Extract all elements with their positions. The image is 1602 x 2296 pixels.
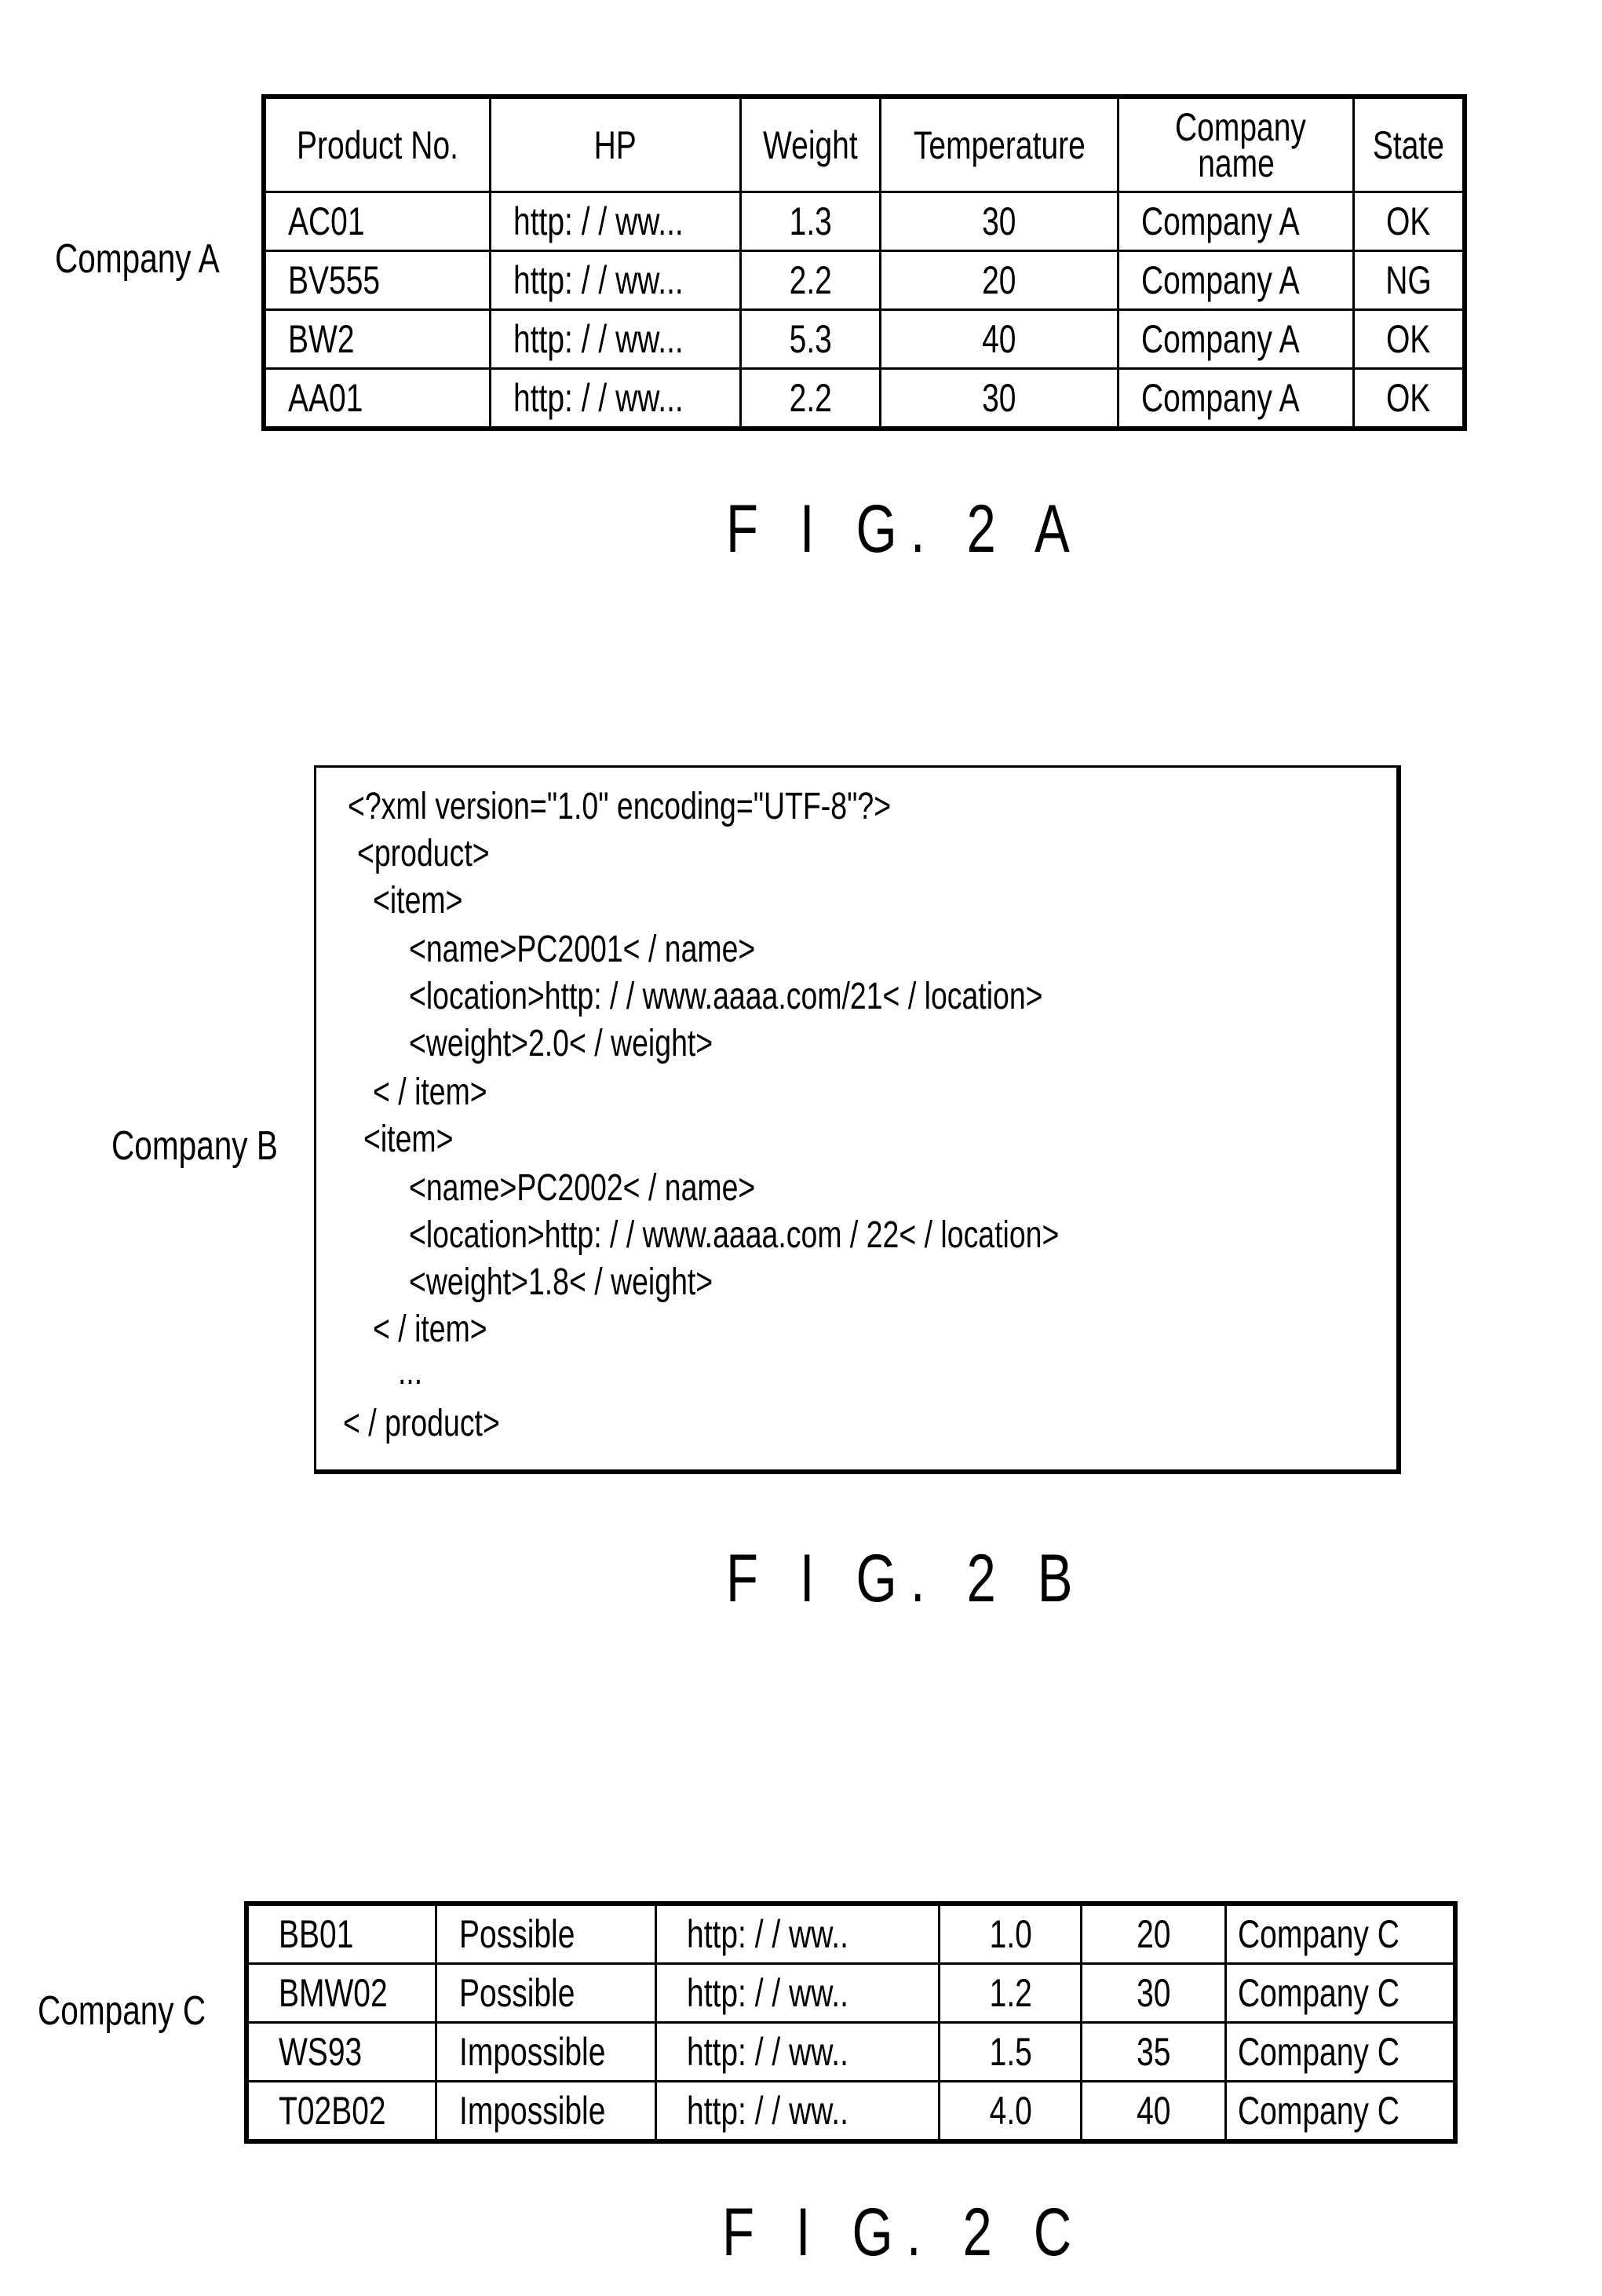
company-c-label: Company C <box>38 1988 206 2034</box>
cell-temperature: 35 <box>1080 2021 1227 2082</box>
xml-line: <?xml version="1.0" encoding="UTF-8"?> <box>348 786 892 827</box>
header-product-no: Product No. <box>262 95 492 193</box>
xml-line: <item> <box>363 1119 454 1160</box>
cell-product-no: T02B02 <box>245 2080 437 2143</box>
cell-hp: http: / / ww.. <box>654 2021 941 2082</box>
cell-hp: http: / / ww... <box>489 308 742 370</box>
fig-2c-caption: F I G. 2 C <box>722 2195 1086 2270</box>
xml-line: <item> <box>373 880 463 922</box>
header-state: State <box>1352 95 1466 193</box>
cell-product-no: AC01 <box>262 191 492 252</box>
xml-line: < / product> <box>343 1403 500 1444</box>
cell-state: OK <box>1352 191 1466 252</box>
xml-line: <name>PC2001< / name> <box>409 929 756 970</box>
company-a-label: Company A <box>55 235 266 283</box>
xml-line: <location>http: / / www.aaaa.com/21< / l… <box>409 976 1043 1017</box>
company-b-xml-box: <?xml version="1.0" encoding="UTF-8"?> <… <box>314 765 1401 1474</box>
xml-line: <product> <box>357 833 490 874</box>
company-c-product-table: BB01 Possible http: / / ww.. 1.0 20 Comp… <box>244 1901 1458 2144</box>
company-a-product-table: Product No. HP Weight Temperature Compan… <box>261 94 1467 431</box>
table-header-row: Product No. HP Weight Temperature Compan… <box>262 95 1466 193</box>
cell-temperature: 30 <box>878 367 1120 430</box>
cell-availability: Possible <box>434 1962 657 2024</box>
cell-temperature: 40 <box>1080 2080 1227 2143</box>
cell-hp: http: / / ww.. <box>654 1902 941 1965</box>
header-temperature: Temperature <box>878 95 1120 193</box>
cell-weight: 4.0 <box>938 2080 1083 2143</box>
company-a-label-text: Company A <box>55 236 220 282</box>
header-hp: HP <box>489 95 742 193</box>
cell-company-name: Company A <box>1117 250 1355 311</box>
cell-company-name: Company C <box>1224 1962 1457 2024</box>
table-row: AA01 http: / / ww... 2.2 30 Company A OK <box>262 367 1466 430</box>
cell-product-no: AA01 <box>262 367 492 430</box>
xml-line: < / item> <box>373 1071 487 1113</box>
table-row: WS93 Impossible http: / / ww.. 1.5 35 Co… <box>245 2021 1457 2082</box>
cell-hp: http: / / ww... <box>489 191 742 252</box>
cell-state: NG <box>1352 250 1466 311</box>
company-b-label: Company B <box>111 1123 278 1169</box>
cell-product-no: BB01 <box>245 1902 437 1965</box>
cell-availability: Impossible <box>434 2080 657 2143</box>
cell-company-name: Company C <box>1224 1902 1457 1965</box>
cell-weight: 1.5 <box>938 2021 1083 2082</box>
cell-hp: http: / / ww.. <box>654 1962 941 2024</box>
xml-line: <weight>1.8< / weight> <box>409 1261 713 1303</box>
fig-2a-caption: F I G. 2 A <box>726 491 1083 567</box>
xml-line: <name>PC2002< / name> <box>409 1167 756 1209</box>
cell-temperature: 30 <box>878 191 1120 252</box>
cell-hp: http: / / ww.. <box>654 2080 941 2143</box>
cell-availability: Impossible <box>434 2021 657 2082</box>
cell-temperature: 40 <box>878 308 1120 370</box>
cell-company-name: Company A <box>1117 308 1355 370</box>
cell-product-no: BMW02 <box>245 1962 437 2024</box>
table-row: AC01 http: / / ww... 1.3 30 Company A OK <box>262 191 1466 252</box>
cell-company-name: Company C <box>1224 2080 1457 2143</box>
xml-line: <location>http: / / www.aaaa.com / 22< /… <box>409 1214 1060 1256</box>
cell-weight: 1.0 <box>938 1902 1083 1965</box>
cell-weight: 2.2 <box>739 367 881 430</box>
cell-product-no: BW2 <box>262 308 492 370</box>
xml-line: ... <box>398 1351 423 1393</box>
cell-state: OK <box>1352 308 1466 370</box>
cell-weight: 1.2 <box>938 1962 1083 2024</box>
table-row: T02B02 Impossible http: / / ww.. 4.0 40 … <box>245 2080 1457 2143</box>
cell-temperature: 20 <box>878 250 1120 311</box>
table-row: BB01 Possible http: / / ww.. 1.0 20 Comp… <box>245 1902 1457 1965</box>
cell-temperature: 30 <box>1080 1962 1227 2024</box>
table-row: BMW02 Possible http: / / ww.. 1.2 30 Com… <box>245 1962 1457 2024</box>
xml-line: < / item> <box>373 1309 487 1350</box>
cell-product-no: WS93 <box>245 2021 437 2082</box>
fig-2b-caption: F I G. 2 B <box>726 1541 1086 1616</box>
table-row: BV555 http: / / ww... 2.2 20 Company A N… <box>262 250 1466 311</box>
cell-state: OK <box>1352 367 1466 430</box>
cell-weight: 2.2 <box>739 250 881 311</box>
cell-product-no: BV555 <box>262 250 492 311</box>
cell-weight: 1.3 <box>739 191 881 252</box>
cell-hp: http: / / ww... <box>489 367 742 430</box>
table-row: BW2 http: / / ww... 5.3 40 Company A OK <box>262 308 1466 370</box>
cell-hp: http: / / ww... <box>489 250 742 311</box>
header-weight: Weight <box>739 95 881 193</box>
header-company-name: Company name <box>1117 95 1355 193</box>
cell-temperature: 20 <box>1080 1902 1227 1965</box>
cell-company-name: Company A <box>1117 367 1355 430</box>
cell-company-name: Company A <box>1117 191 1355 252</box>
cell-company-name: Company C <box>1224 2021 1457 2082</box>
cell-weight: 5.3 <box>739 308 881 370</box>
cell-availability: Possible <box>434 1902 657 1965</box>
xml-line: <weight>2.0< / weight> <box>409 1023 713 1064</box>
